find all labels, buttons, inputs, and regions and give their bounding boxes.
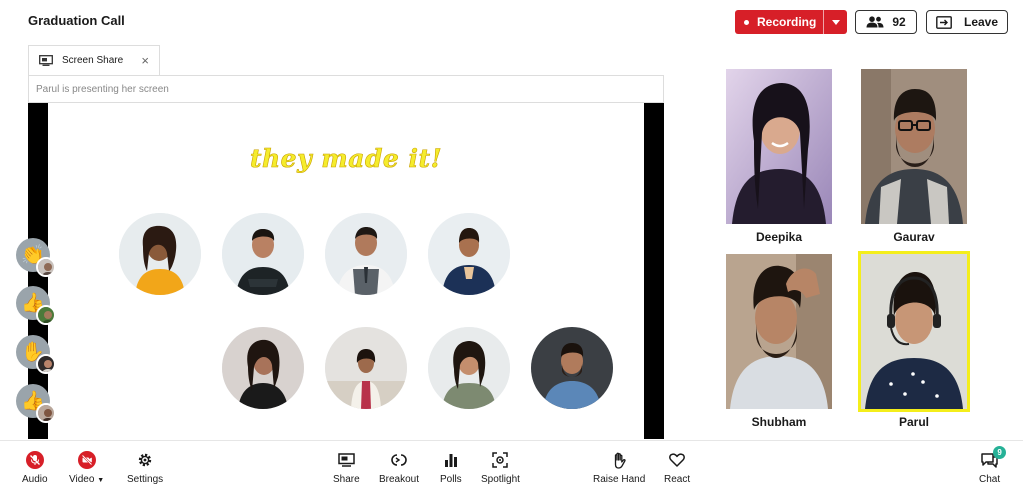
avatar bbox=[36, 403, 56, 423]
heart-icon bbox=[669, 453, 685, 467]
participant-name: Shubham bbox=[751, 415, 807, 429]
close-icon[interactable]: × bbox=[141, 54, 149, 67]
presentation-slide: they made it! bbox=[48, 103, 644, 439]
recording-label: Recording bbox=[757, 15, 817, 29]
bottom-toolbar: Audio Video ▼ Settings Share Breakout Po… bbox=[0, 440, 1023, 486]
graduate-photo bbox=[428, 213, 510, 295]
recording-dropdown[interactable] bbox=[823, 10, 847, 34]
breakout-button[interactable]: Breakout bbox=[379, 451, 419, 485]
recording-button[interactable]: Recording bbox=[735, 10, 847, 34]
call-title: Graduation Call bbox=[28, 13, 125, 28]
graduate-photo bbox=[531, 327, 613, 409]
unread-badge: 9 bbox=[993, 446, 1007, 459]
raise-hand-label: Raise Hand bbox=[593, 474, 646, 485]
participant-name: Parul bbox=[898, 415, 929, 429]
video-tile-gaurav[interactable] bbox=[861, 69, 967, 224]
screen-share-icon bbox=[338, 453, 355, 467]
gear-icon bbox=[138, 453, 152, 467]
hand-icon bbox=[614, 452, 626, 469]
share-button[interactable]: Share bbox=[333, 451, 360, 485]
reaction-bubble: 👍 bbox=[16, 384, 58, 426]
participant-name: Gaurav bbox=[893, 230, 935, 244]
audio-button[interactable]: Audio bbox=[22, 451, 48, 485]
avatar bbox=[36, 257, 56, 277]
video-tile-deepika[interactable] bbox=[726, 69, 832, 224]
graduate-photo bbox=[325, 213, 407, 295]
video-tile-parul[interactable] bbox=[858, 251, 970, 412]
breakout-icon bbox=[391, 454, 407, 466]
chat-label: Chat bbox=[979, 474, 1001, 485]
polls-button[interactable]: Polls bbox=[440, 451, 462, 485]
shared-screen: they made it! bbox=[28, 103, 664, 439]
reaction-bubble: 👍 bbox=[16, 286, 58, 328]
chevron-down-icon bbox=[831, 19, 840, 25]
graduate-photo bbox=[222, 327, 304, 409]
chat-button[interactable]: 9 Chat bbox=[979, 446, 1007, 485]
video-tile-shubham[interactable] bbox=[726, 254, 832, 409]
bar-chart-icon bbox=[444, 454, 457, 467]
exit-icon bbox=[936, 15, 952, 29]
avatar bbox=[36, 305, 56, 325]
tab-screen-share[interactable]: Screen Share × bbox=[28, 45, 160, 75]
chevron-down-icon: ▼ bbox=[97, 477, 105, 484]
video-label: Video ▼ bbox=[69, 474, 105, 485]
spotlight-icon bbox=[492, 452, 509, 468]
raise-hand-button[interactable]: Raise Hand bbox=[593, 451, 645, 485]
app-window: { "header": { "title": "Graduation Call"… bbox=[0, 0, 1023, 486]
mic-off-icon bbox=[25, 451, 44, 469]
audio-label: Audio bbox=[22, 474, 48, 485]
graduate-photo bbox=[428, 327, 510, 409]
settings-button[interactable]: Settings bbox=[127, 451, 163, 485]
react-label: React bbox=[664, 474, 691, 485]
recording-dot-icon bbox=[744, 19, 749, 25]
graduate-photo bbox=[325, 327, 407, 409]
settings-label: Settings bbox=[127, 474, 164, 485]
reaction-bubble: 👏 bbox=[16, 238, 58, 280]
spotlight-button[interactable]: Spotlight bbox=[481, 451, 520, 485]
video-button[interactable]: Video ▼ bbox=[69, 451, 104, 485]
camera-off-icon bbox=[77, 451, 96, 469]
participants-button[interactable]: 92 bbox=[855, 10, 917, 34]
participant-name: Deepika bbox=[755, 230, 803, 244]
share-label: Share bbox=[333, 474, 360, 485]
presenter-status: Parul is presenting her screen bbox=[28, 75, 664, 103]
polls-label: Polls bbox=[440, 474, 462, 485]
tab-screen-share-label: Screen Share bbox=[62, 55, 124, 66]
breakout-label: Breakout bbox=[379, 474, 420, 485]
slide-title: they made it! bbox=[249, 144, 443, 174]
graduate-photo bbox=[119, 213, 201, 295]
avatar bbox=[36, 354, 56, 374]
people-icon bbox=[866, 16, 884, 28]
spotlight-label: Spotlight bbox=[481, 474, 520, 485]
leave-label: Leave bbox=[963, 15, 999, 29]
reaction-bubble: ✋ bbox=[16, 335, 58, 377]
participant-count: 92 bbox=[892, 15, 906, 29]
graduate-photo bbox=[222, 213, 304, 295]
screen-share-icon bbox=[39, 55, 53, 66]
react-button[interactable]: React bbox=[664, 451, 690, 485]
leave-button[interactable]: Leave bbox=[926, 10, 1008, 34]
